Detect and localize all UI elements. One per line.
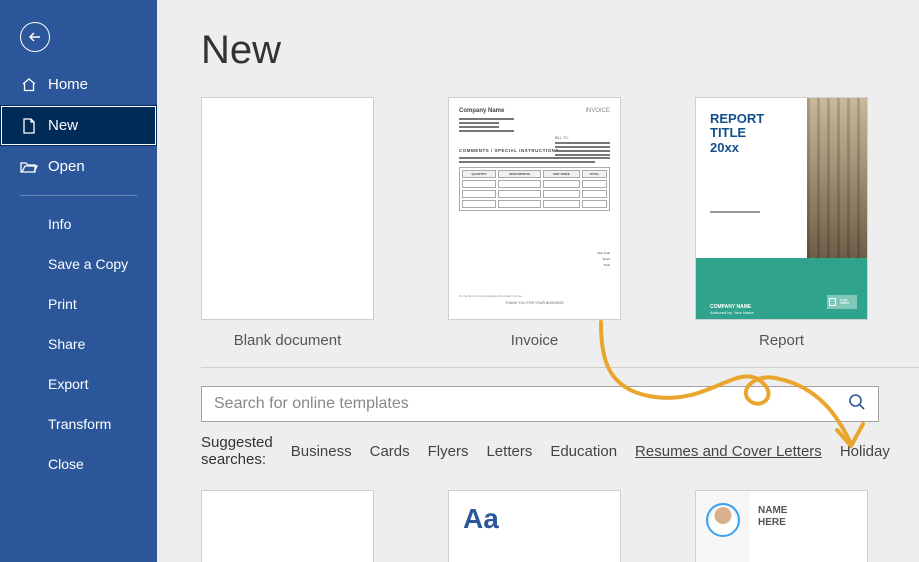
template-label: Invoice — [511, 332, 559, 349]
template-label: Report — [759, 332, 804, 349]
back-button[interactable] — [20, 22, 50, 52]
folder-open-icon — [20, 160, 38, 174]
suggested-link-holiday[interactable]: Holiday — [840, 443, 890, 460]
template-blank-document[interactable]: Blank document — [201, 97, 374, 349]
suggested-link-resumes[interactable]: Resumes and Cover Letters — [635, 443, 822, 460]
template-partial-1[interactable] — [201, 490, 374, 562]
back-arrow-icon — [27, 29, 43, 45]
new-document-icon — [20, 118, 38, 134]
suggested-link-business[interactable]: Business — [291, 443, 352, 460]
template-row-divider — [201, 367, 919, 368]
search-input[interactable] — [214, 395, 848, 413]
sidebar-item-share[interactable]: Share — [0, 324, 157, 364]
sidebar-item-label: New — [48, 117, 78, 134]
report-title-line2: 20xx — [710, 141, 794, 155]
report-title-line1: REPORT TITLE — [710, 112, 794, 141]
sidebar-divider — [20, 195, 137, 196]
template-partial-2[interactable]: Aa — [448, 490, 621, 562]
report-author: Authored by: Your Name — [710, 310, 754, 315]
template-row: Blank document Company Name INVOICE BILL… — [201, 97, 879, 349]
report-logo-placeholder: Logo Name — [827, 295, 857, 309]
suggested-link-education[interactable]: Education — [550, 443, 617, 460]
resume-name-placeholder: NAME HERE — [750, 491, 795, 562]
sidebar-item-new[interactable]: New — [0, 105, 157, 146]
suggested-searches: Suggested searches: Business Cards Flyer… — [201, 434, 879, 468]
sidebar-item-save-copy[interactable]: Save a Copy — [0, 244, 157, 284]
suggested-link-flyers[interactable]: Flyers — [428, 443, 469, 460]
page-title: New — [201, 28, 879, 73]
sidebar-item-export[interactable]: Export — [0, 364, 157, 404]
avatar-circle — [696, 491, 750, 562]
sidebar-item-home[interactable]: Home — [0, 64, 157, 105]
invoice-table: QUANTITYDESCRIPTIONUNIT PRICETOTAL — [459, 167, 610, 211]
suggested-link-letters[interactable]: Letters — [486, 443, 532, 460]
sidebar-item-open[interactable]: Open — [0, 146, 157, 187]
template-row-partial: Aa NAME HERE — [201, 490, 879, 562]
home-icon — [20, 77, 38, 93]
template-thumbnail — [201, 97, 374, 320]
app-root: Home New Open Info Save a Copy Pri — [0, 0, 919, 562]
template-report[interactable]: REPORT TITLE 20xx COMPANY NAME Authored … — [695, 97, 868, 349]
invoice-label: INVOICE — [585, 108, 610, 114]
sidebar-item-close[interactable]: Close — [0, 444, 157, 484]
template-partial-resume[interactable]: NAME HERE — [695, 490, 868, 562]
backstage-sidebar: Home New Open Info Save a Copy Pri — [0, 0, 157, 562]
template-thumbnail: Company Name INVOICE BILL TO: COMMENTS /… — [448, 97, 621, 320]
template-thumbnail: REPORT TITLE 20xx COMPANY NAME Authored … — [695, 97, 868, 320]
sidebar-item-print[interactable]: Print — [0, 284, 157, 324]
template-label: Blank document — [234, 332, 342, 349]
template-invoice[interactable]: Company Name INVOICE BILL TO: COMMENTS /… — [448, 97, 621, 349]
search-icon[interactable] — [848, 393, 866, 416]
main-panel: New Blank document Company Name INVOICE — [157, 0, 919, 562]
report-photo-placeholder — [807, 98, 867, 260]
aa-icon: Aa — [463, 503, 499, 535]
sidebar-item-transform[interactable]: Transform — [0, 404, 157, 444]
suggested-link-cards[interactable]: Cards — [370, 443, 410, 460]
suggested-label: Suggested searches: — [201, 434, 273, 468]
sidebar-item-label: Home — [48, 76, 88, 93]
sidebar-item-info[interactable]: Info — [0, 204, 157, 244]
sidebar-item-label: Open — [48, 158, 85, 175]
template-search-box[interactable] — [201, 386, 879, 422]
